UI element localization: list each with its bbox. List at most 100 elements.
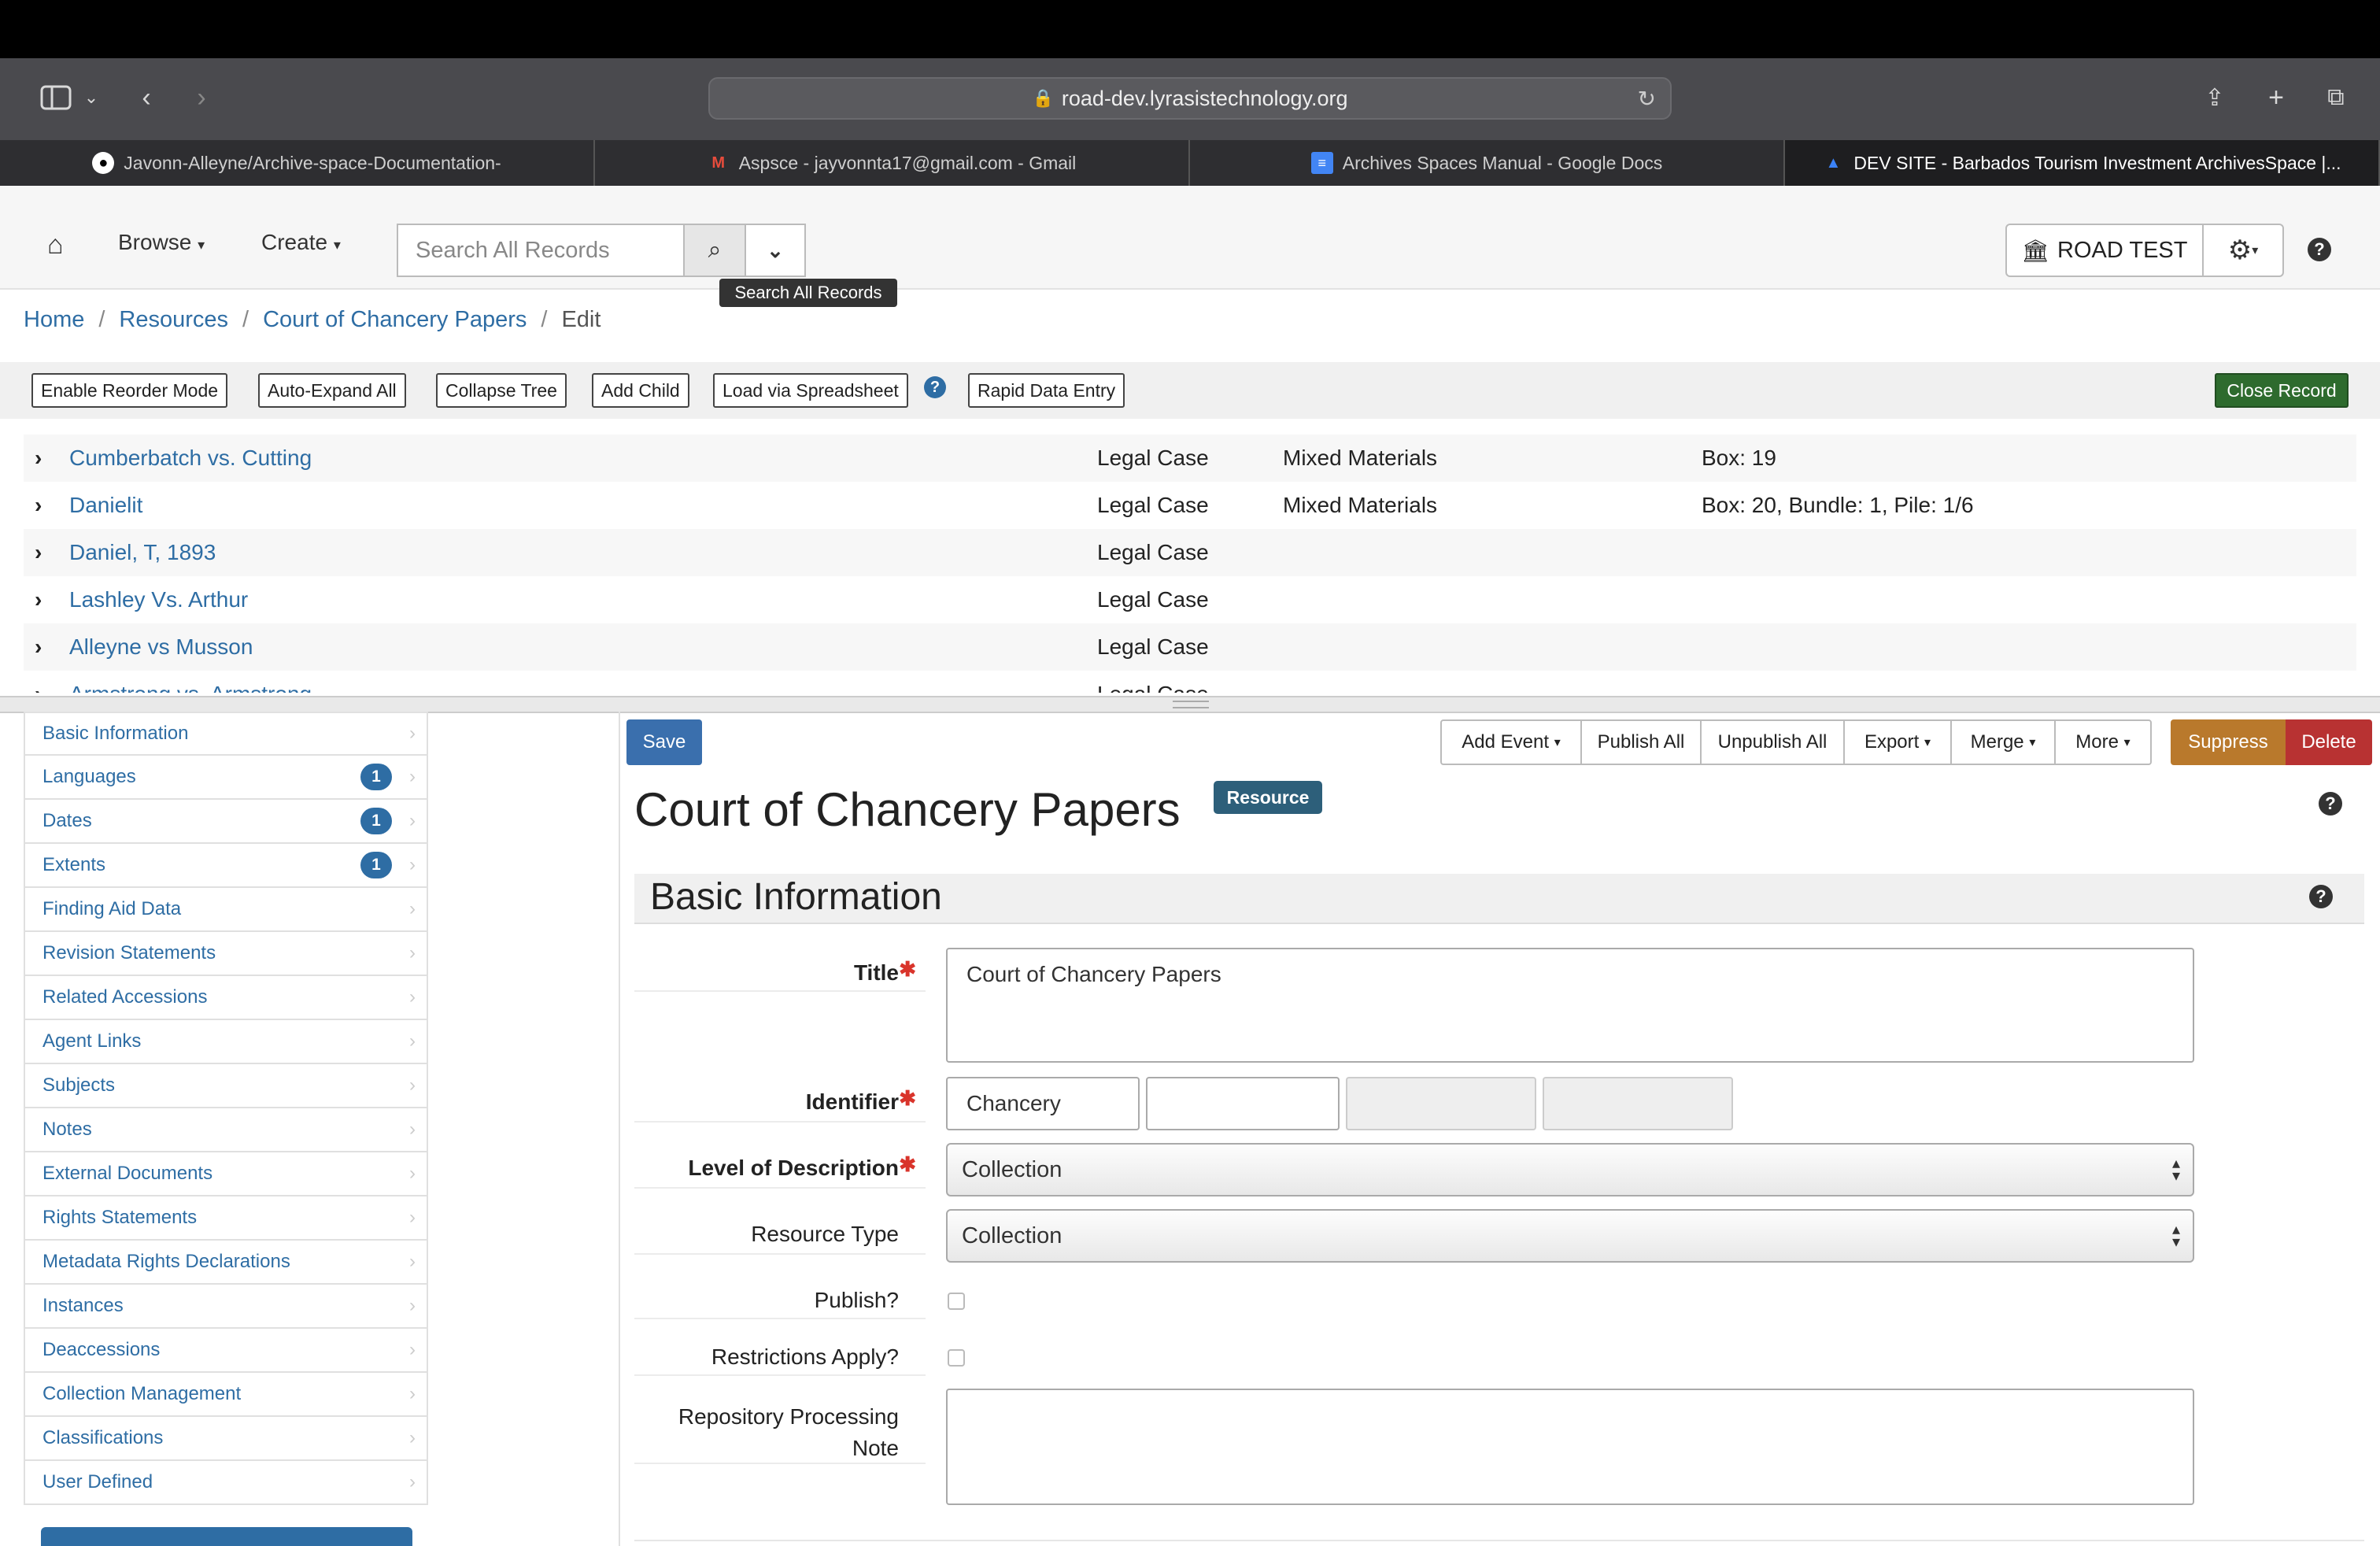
load-spreadsheet-button[interactable]: Load via Spreadsheet xyxy=(713,373,908,408)
new-tab-icon[interactable]: + xyxy=(2260,74,2292,121)
sidebar-item-dates[interactable]: Dates 1 › xyxy=(24,800,428,844)
sidebar-item-classifications[interactable]: Classifications › xyxy=(24,1417,428,1461)
tree-row[interactable]: › Danielit Legal Case Mixed Materials Bo… xyxy=(24,482,2356,529)
breadcrumb-resources[interactable]: Resources xyxy=(119,307,228,333)
search-button[interactable]: ⌕ xyxy=(683,224,746,277)
sidebar-item-subjects[interactable]: Subjects › xyxy=(24,1064,428,1108)
title-field[interactable]: Court of Chancery Papers xyxy=(946,948,2194,1063)
tree-row-title[interactable]: Armstrong vs. Armstrong xyxy=(69,682,312,693)
export-menu[interactable]: Export ▾ xyxy=(1843,719,1952,765)
sidebar-item-extents[interactable]: Extents 1 › xyxy=(24,844,428,888)
tree-row-title[interactable]: Alleyne vs Musson xyxy=(69,634,253,660)
sidebar-item-related-accessions[interactable]: Related Accessions › xyxy=(24,976,428,1020)
gmail-icon: M xyxy=(711,153,726,172)
rapid-data-entry-button[interactable]: Rapid Data Entry xyxy=(968,373,1125,408)
unpublish-all-button[interactable]: Unpublish All xyxy=(1700,719,1845,765)
publish-all-button[interactable]: Publish All xyxy=(1580,719,1702,765)
back-icon[interactable]: ‹ xyxy=(131,74,162,121)
sidebar-toggle-icon[interactable] xyxy=(28,74,83,121)
level-of-description-select[interactable]: Collection ▴ ▾ xyxy=(946,1143,2194,1196)
tree-row-title[interactable]: Lashley Vs. Arthur xyxy=(69,587,248,612)
sidebar-item-metadata-rights[interactable]: Metadata Rights Declarations › xyxy=(24,1241,428,1285)
identifier-field-4[interactable] xyxy=(1543,1077,1733,1130)
section-divider xyxy=(634,1540,2364,1541)
sidebar-item-collection-management[interactable]: Collection Management › xyxy=(24,1373,428,1417)
sidebar-item-external-documents[interactable]: External Documents › xyxy=(24,1152,428,1196)
close-record-button[interactable]: Close Record xyxy=(2215,373,2349,408)
suppress-button[interactable]: Suppress xyxy=(2171,719,2286,765)
tab-archivesspace[interactable]: ▲ DEV SITE - Barbados Tourism Investment… xyxy=(1785,140,2380,186)
search-options-button[interactable]: ⌄ xyxy=(745,224,806,277)
add-child-button[interactable]: Add Child xyxy=(592,373,689,408)
field-divider xyxy=(634,1187,926,1189)
more-menu[interactable]: More ▾ xyxy=(2054,719,2152,765)
sidebar-item-languages[interactable]: Languages 1 › xyxy=(24,756,428,800)
tab-github[interactable]: ● Javonn-Alleyne/Archive-space-Documenta… xyxy=(0,140,595,186)
repository-button[interactable]: 🏛 ROAD TEST xyxy=(2005,224,2204,277)
expand-icon[interactable]: › xyxy=(35,446,42,471)
sidebar-item-label: Classifications xyxy=(42,1427,164,1448)
publish-checkbox[interactable] xyxy=(948,1293,965,1310)
expand-icon[interactable]: › xyxy=(35,682,42,693)
merge-menu[interactable]: Merge ▾ xyxy=(1950,719,2056,765)
chevron-down-icon[interactable]: ⌄ xyxy=(82,74,101,121)
enable-reorder-button[interactable]: Enable Reorder Mode xyxy=(31,373,228,408)
delete-button[interactable]: Delete xyxy=(2286,719,2372,765)
resource-type-select[interactable]: Collection ▴ ▾ xyxy=(946,1209,2194,1263)
sidebar-footer-button[interactable] xyxy=(41,1527,412,1546)
help-icon[interactable]: ? xyxy=(2308,238,2331,261)
create-menu[interactable]: Create ▾ xyxy=(261,230,341,255)
tree-row-title[interactable]: Daniel, T, 1893 xyxy=(69,540,216,565)
tab-google-docs[interactable]: ≡ Archives Spaces Manual - Google Docs xyxy=(1190,140,1785,186)
reload-icon[interactable]: ↻ xyxy=(1638,86,1656,112)
save-button[interactable]: Save xyxy=(626,719,702,765)
help-icon[interactable]: ? xyxy=(2319,792,2342,816)
share-icon[interactable]: ⇪ xyxy=(2199,74,2230,121)
sidebar-item-revision-statements[interactable]: Revision Statements › xyxy=(24,932,428,976)
help-icon[interactable]: ? xyxy=(2309,885,2333,908)
expand-icon[interactable]: › xyxy=(35,587,42,612)
tab-overview-icon[interactable]: ⧉ xyxy=(2320,74,2352,121)
processing-note-field[interactable] xyxy=(946,1389,2194,1505)
sidebar-item-notes[interactable]: Notes › xyxy=(24,1108,428,1152)
auto-expand-button[interactable]: Auto-Expand All xyxy=(258,373,406,408)
tree-row[interactable]: › Daniel, T, 1893 Legal Case xyxy=(24,529,2356,576)
tree-row-title[interactable]: Danielit xyxy=(69,493,142,518)
sidebar-item-user-defined[interactable]: User Defined › xyxy=(24,1461,428,1505)
expand-icon[interactable]: › xyxy=(35,493,42,518)
sidebar-item-rights-statements[interactable]: Rights Statements › xyxy=(24,1196,428,1241)
tree-row[interactable]: › Cumberbatch vs. Cutting Legal Case Mix… xyxy=(24,435,2356,482)
identifier-field-3[interactable] xyxy=(1346,1077,1536,1130)
tree-row[interactable]: › Alleyne vs Musson Legal Case xyxy=(24,623,2356,671)
tree-row[interactable]: › Armstrong vs. Armstrong Legal Case xyxy=(24,671,2356,693)
level-label-text: Level of Description xyxy=(688,1156,899,1180)
tree-row[interactable]: › Lashley Vs. Arthur Legal Case xyxy=(24,576,2356,623)
search-input[interactable]: Search All Records xyxy=(397,224,685,277)
sidebar-item-label: Notes xyxy=(42,1119,92,1140)
url-bar[interactable]: 🔒 road-dev.lyrasistechnology.org ↻ xyxy=(708,77,1672,120)
caret-down-icon: ▾ xyxy=(1554,736,1561,749)
expand-icon[interactable]: › xyxy=(35,634,42,660)
identifier-field-1[interactable]: Chancery xyxy=(946,1077,1140,1130)
sidebar-item-instances[interactable]: Instances › xyxy=(24,1285,428,1329)
breadcrumb-home[interactable]: Home xyxy=(24,307,84,333)
sidebar-item-basic-information[interactable]: Basic Information › xyxy=(24,712,428,756)
browse-menu[interactable]: Browse ▾ xyxy=(118,230,205,255)
home-icon[interactable]: ⌂ xyxy=(47,230,64,261)
restrictions-checkbox[interactable] xyxy=(948,1349,965,1367)
sidebar-item-finding-aid-data[interactable]: Finding Aid Data › xyxy=(24,888,428,932)
add-event-button[interactable]: Add Event ▾ xyxy=(1440,719,1582,765)
expand-icon[interactable]: › xyxy=(35,540,42,565)
tree-row-title[interactable]: Cumberbatch vs. Cutting xyxy=(69,446,312,471)
sidebar-item-agent-links[interactable]: Agent Links › xyxy=(24,1020,428,1064)
sidebar-item-deaccessions[interactable]: Deaccessions › xyxy=(24,1329,428,1373)
field-divider xyxy=(634,1253,926,1255)
identifier-field-2[interactable] xyxy=(1146,1077,1340,1130)
help-icon[interactable]: ? xyxy=(924,376,946,398)
collapse-tree-button[interactable]: Collapse Tree xyxy=(436,373,567,408)
forward-icon[interactable]: › xyxy=(186,74,217,121)
breadcrumb-record[interactable]: Court of Chancery Papers xyxy=(263,307,527,333)
tab-gmail[interactable]: M Aspsce - jayvonnta17@gmail.com - Gmail xyxy=(595,140,1190,186)
settings-menu[interactable]: ⚙ ▾ xyxy=(2202,224,2284,277)
grip-icon[interactable] xyxy=(1173,701,1209,708)
